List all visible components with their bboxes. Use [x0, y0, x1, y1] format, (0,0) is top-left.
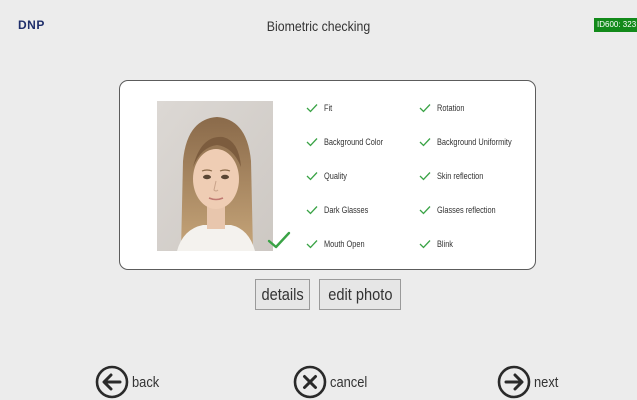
check-skin-reflection: Skin reflection — [419, 168, 494, 184]
edit-photo-button-label: edit photo — [327, 284, 393, 304]
check-icon — [419, 138, 431, 147]
x-circle-icon — [293, 365, 327, 399]
back-button-label: back — [132, 373, 160, 391]
arrow-left-circle-icon — [95, 365, 129, 399]
next-button-label: next — [534, 373, 559, 391]
check-quality: Quality — [306, 168, 352, 184]
device-id-badge: ID600: 323 — [594, 18, 637, 32]
check-fit: Fit — [306, 100, 334, 116]
page-title: Biometric checking — [266, 18, 371, 34]
biometric-results-panel: Fit Background Color Quality Dark Glasse… — [119, 80, 536, 270]
check-label: Background Color — [324, 137, 384, 147]
back-button[interactable]: back — [95, 364, 164, 400]
check-label: Glasses reflection — [437, 205, 496, 215]
check-icon — [419, 104, 431, 113]
check-icon — [419, 206, 431, 215]
check-icon — [419, 240, 431, 249]
portrait-photo — [157, 101, 273, 251]
cancel-button-label: cancel — [330, 373, 368, 391]
check-background-uniformity: Background Uniformity — [419, 134, 528, 150]
check-icon — [306, 104, 318, 113]
check-label: Skin reflection — [437, 171, 484, 181]
check-rotation: Rotation — [419, 100, 471, 116]
header-bar: DNP Biometric checking ID600: 323 — [0, 0, 637, 52]
check-label: Dark Glasses — [324, 205, 369, 215]
check-label: Fit — [324, 103, 333, 113]
photo-pass-check-icon — [267, 231, 291, 249]
check-dark-glasses: Dark Glasses — [306, 202, 378, 218]
check-label: Quality — [324, 171, 347, 181]
check-icon — [419, 172, 431, 181]
check-label: Blink — [437, 239, 454, 249]
check-icon — [306, 206, 318, 215]
check-mouth-open: Mouth Open — [306, 236, 374, 252]
check-icon — [306, 172, 318, 181]
check-glasses-reflection: Glasses reflection — [419, 202, 509, 218]
edit-photo-button[interactable]: edit photo — [319, 279, 401, 310]
check-label: Background Uniformity — [437, 137, 512, 147]
arrow-right-circle-icon — [497, 365, 531, 399]
check-icon — [306, 240, 318, 249]
next-button[interactable]: next — [497, 364, 562, 400]
check-icon — [306, 138, 318, 147]
check-blink: Blink — [419, 236, 457, 252]
check-label: Mouth Open — [324, 239, 365, 249]
details-button-label: details — [261, 284, 304, 304]
cancel-button[interactable]: cancel — [293, 364, 373, 400]
check-label: Rotation — [437, 103, 465, 113]
check-background-color: Background Color — [306, 134, 396, 150]
details-button[interactable]: details — [255, 279, 310, 310]
